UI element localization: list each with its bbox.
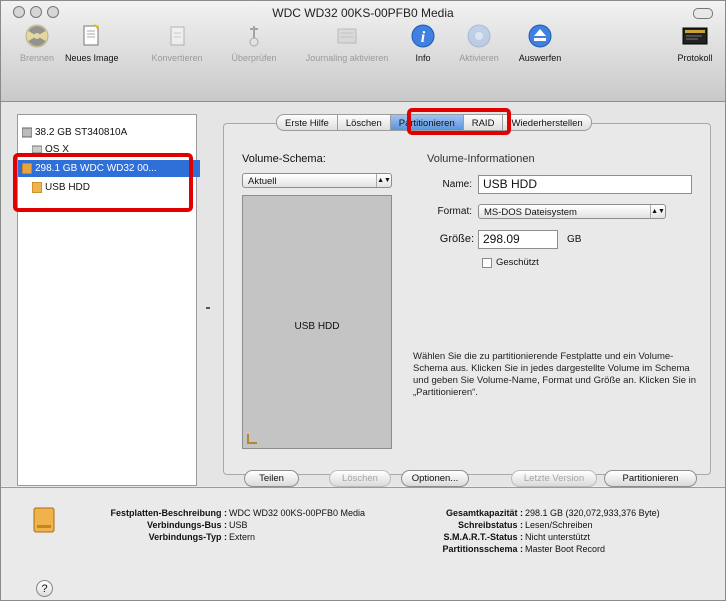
burn-icon [25, 24, 49, 48]
toolbar-new-image-button[interactable]: Neues Image [65, 23, 119, 75]
toolbar-log-label: Protokoll [677, 53, 713, 63]
connection-type-value: Extern [229, 532, 256, 542]
external-disk-large-icon [33, 507, 55, 533]
highlight-partition-tab [407, 108, 511, 135]
toolbar-convert-label: Konvertieren [151, 53, 203, 63]
sidebar-resize-handle[interactable] [206, 307, 210, 309]
disk-description-value: WDC WD32 00KS-00PFB0 Media [229, 508, 366, 518]
connection-bus-label: Verbindungs-Bus : [146, 520, 227, 530]
tab-restore[interactable]: Wiederherstellen [503, 114, 592, 131]
size-input[interactable]: 298.09 [478, 230, 558, 249]
svg-text:i: i [421, 29, 426, 46]
total-capacity-label: Gesamtkapazität : [445, 508, 523, 518]
partition-scheme-value: Master Boot Record [525, 544, 606, 554]
total-capacity-value: 298.1 GB (320,072,933,376 Byte) [525, 508, 660, 518]
toolbar-journaling-button[interactable]: Journaling aktivieren [291, 23, 403, 75]
toolbar-eject-label: Auswerfen [518, 53, 562, 63]
toolbar-info-button[interactable]: i Info [408, 23, 438, 75]
connection-type-label: Verbindungs-Typ : [148, 532, 227, 542]
highlight-selected-disk [13, 153, 193, 212]
toolbar-new-image-label: Neues Image [65, 53, 119, 63]
name-label: Name: [442, 179, 472, 190]
toolbar-journaling-label: Journaling aktivieren [305, 53, 389, 63]
name-input[interactable]: USB HDD [478, 175, 692, 194]
toolbar-mount-label: Aktivieren [459, 53, 499, 63]
size-unit-label: GB [567, 234, 582, 245]
toolbar-toggle-button[interactable] [693, 8, 713, 19]
volume-scheme-diagram[interactable]: USB HDD [242, 195, 392, 449]
tab-first-aid[interactable]: Erste Hilfe [276, 114, 338, 131]
disk-utility-window: WDC WD32 00KS-00PFB0 Media Brennen Neues… [0, 0, 726, 601]
eject-icon [528, 24, 552, 48]
toolbar-burn-button[interactable]: Brennen [15, 23, 59, 75]
partition-button[interactable]: Partitionieren [604, 470, 697, 487]
size-label: Größe: [439, 233, 474, 245]
volume-scheme-value: Aktuell [248, 176, 277, 187]
title-bar: WDC WD32 00KS-00PFB0 Media Brennen Neues… [1, 1, 725, 102]
split-button[interactable]: Teilen [244, 470, 299, 487]
volume-info-heading: Volume-Informationen [427, 153, 535, 165]
toolbar-eject-button[interactable]: Auswerfen [512, 23, 568, 75]
protected-checkbox[interactable] [482, 258, 492, 268]
verify-icon [249, 26, 259, 47]
options-button[interactable]: Optionen... [401, 470, 469, 487]
tab-erase[interactable]: Löschen [337, 114, 391, 131]
smart-status-label: S.M.A.R.T.-Status : [443, 532, 523, 542]
popup-arrows-icon: ▲▼ [650, 205, 665, 218]
toolbar-verify-label: Überprüfen [231, 53, 277, 63]
disk-description-label: Festplatten-Beschreibung : [110, 508, 227, 518]
question-mark-icon: ? [41, 583, 48, 595]
protected-label: Geschützt [496, 257, 539, 268]
partition-volume-name: USB HDD [294, 321, 340, 332]
new-image-icon [83, 24, 99, 46]
disk-info-pane: Festplatten-Beschreibung : WDC WD32 00KS… [1, 487, 725, 600]
revert-button[interactable]: Letzte Version [511, 470, 597, 487]
volume-scheme-popup[interactable]: Aktuell ▲▼ [242, 173, 392, 188]
smart-status-value: Nicht unterstützt [525, 532, 591, 542]
format-value: MS-DOS Dateisystem [484, 207, 577, 218]
toolbar-verify-button[interactable]: Überprüfen [225, 23, 283, 75]
write-status-label: Schreibstatus : [457, 520, 523, 530]
window-title: WDC WD32 00KS-00PFB0 Media [272, 6, 454, 20]
delete-button[interactable]: Löschen [329, 470, 391, 487]
partition-resize-grip-icon[interactable] [247, 434, 257, 444]
device-item-internal-disk[interactable]: 38.2 GB ST340810A [18, 124, 200, 141]
format-popup[interactable]: MS-DOS Dateisystem ▲▼ [478, 204, 666, 219]
help-button[interactable]: ? [36, 580, 53, 597]
connection-bus-value: USB [229, 520, 248, 530]
convert-icon [170, 26, 185, 46]
format-label: Format: [437, 206, 472, 217]
volume-scheme-label: Volume-Schema: [242, 153, 326, 165]
hard-disk-icon [22, 127, 32, 138]
toolbar-convert-button[interactable]: Konvertieren [147, 23, 207, 75]
popup-arrows-icon: ▲▼ [376, 174, 391, 187]
info-icon: i [411, 24, 435, 48]
toolbar-info-label: Info [415, 53, 431, 63]
journaling-icon [337, 28, 357, 44]
log-icon [682, 27, 708, 45]
toolbar-log-button[interactable]: Protokoll [673, 23, 717, 75]
toolbar-burn-label: Brennen [19, 53, 55, 63]
partition-scheme-label: Partitionsschema : [442, 544, 523, 554]
device-item-label: 38.2 GB ST340810A [35, 127, 128, 138]
write-status-value: Lesen/Schreiben [525, 520, 593, 530]
partition-help-text: Wählen Sie die zu partitionierende Festp… [413, 351, 697, 398]
toolbar-mount-button[interactable]: Aktivieren [456, 23, 502, 75]
mount-icon [467, 24, 491, 48]
